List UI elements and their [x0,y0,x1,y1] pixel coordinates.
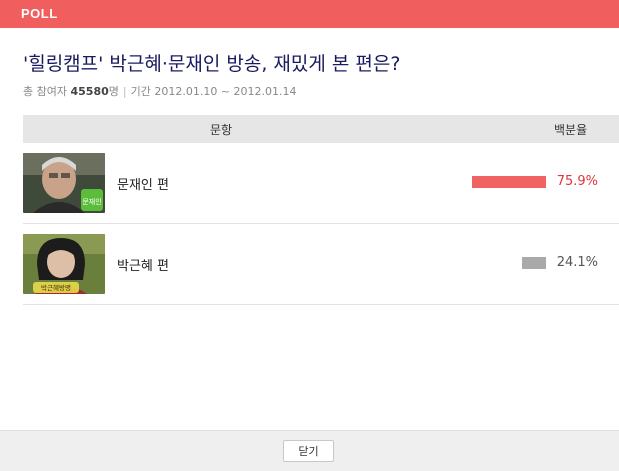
result-percent: 24.1% [556,255,598,270]
results-table-header: 문항 백분율 [23,115,619,143]
poll-option-label: 문재인 편 [117,178,169,193]
poll-option-row: 박근혜방명 박근혜 편 24.1% [23,224,619,305]
poll-meta: 총 참여자 45580명 | 기간 2012.01.10 ~ 2012.01.14 [23,83,297,99]
poll-option-label: 박근혜 편 [117,259,169,274]
poll-title: '힐링캠프' 박근혜·문재인 방송, 재밌게 본 편은? [23,53,401,75]
poll-brand: POLL [21,6,58,21]
result-bar [472,176,546,188]
period-label: 기간 [130,85,151,98]
close-button[interactable]: 닫기 [283,440,334,462]
result-bar [522,257,546,269]
poll-option-row: 문재인 문재인 편 75.9% [23,143,619,224]
thumbnail-caption: 문재인 [82,197,101,206]
poll-header-bar: POLL [0,0,619,28]
column-header-percent: 백분율 [554,123,588,137]
result-percent: 75.9% [556,174,598,189]
column-header-item: 문항 [210,123,233,137]
meta-divider: | [122,85,127,98]
poll-footer: 닫기 [0,430,619,471]
period-value: 2012.01.10 ~ 2012.01.14 [154,85,297,98]
person-photo-icon: 박근혜방명 [23,234,105,294]
participants-count: 45580 [70,85,109,98]
thumbnail-caption: 박근혜방명 [41,283,71,292]
participants-label: 총 참여자 [23,85,67,98]
person-photo-icon: 문재인 [23,153,105,213]
participants-unit: 명 [108,85,119,98]
